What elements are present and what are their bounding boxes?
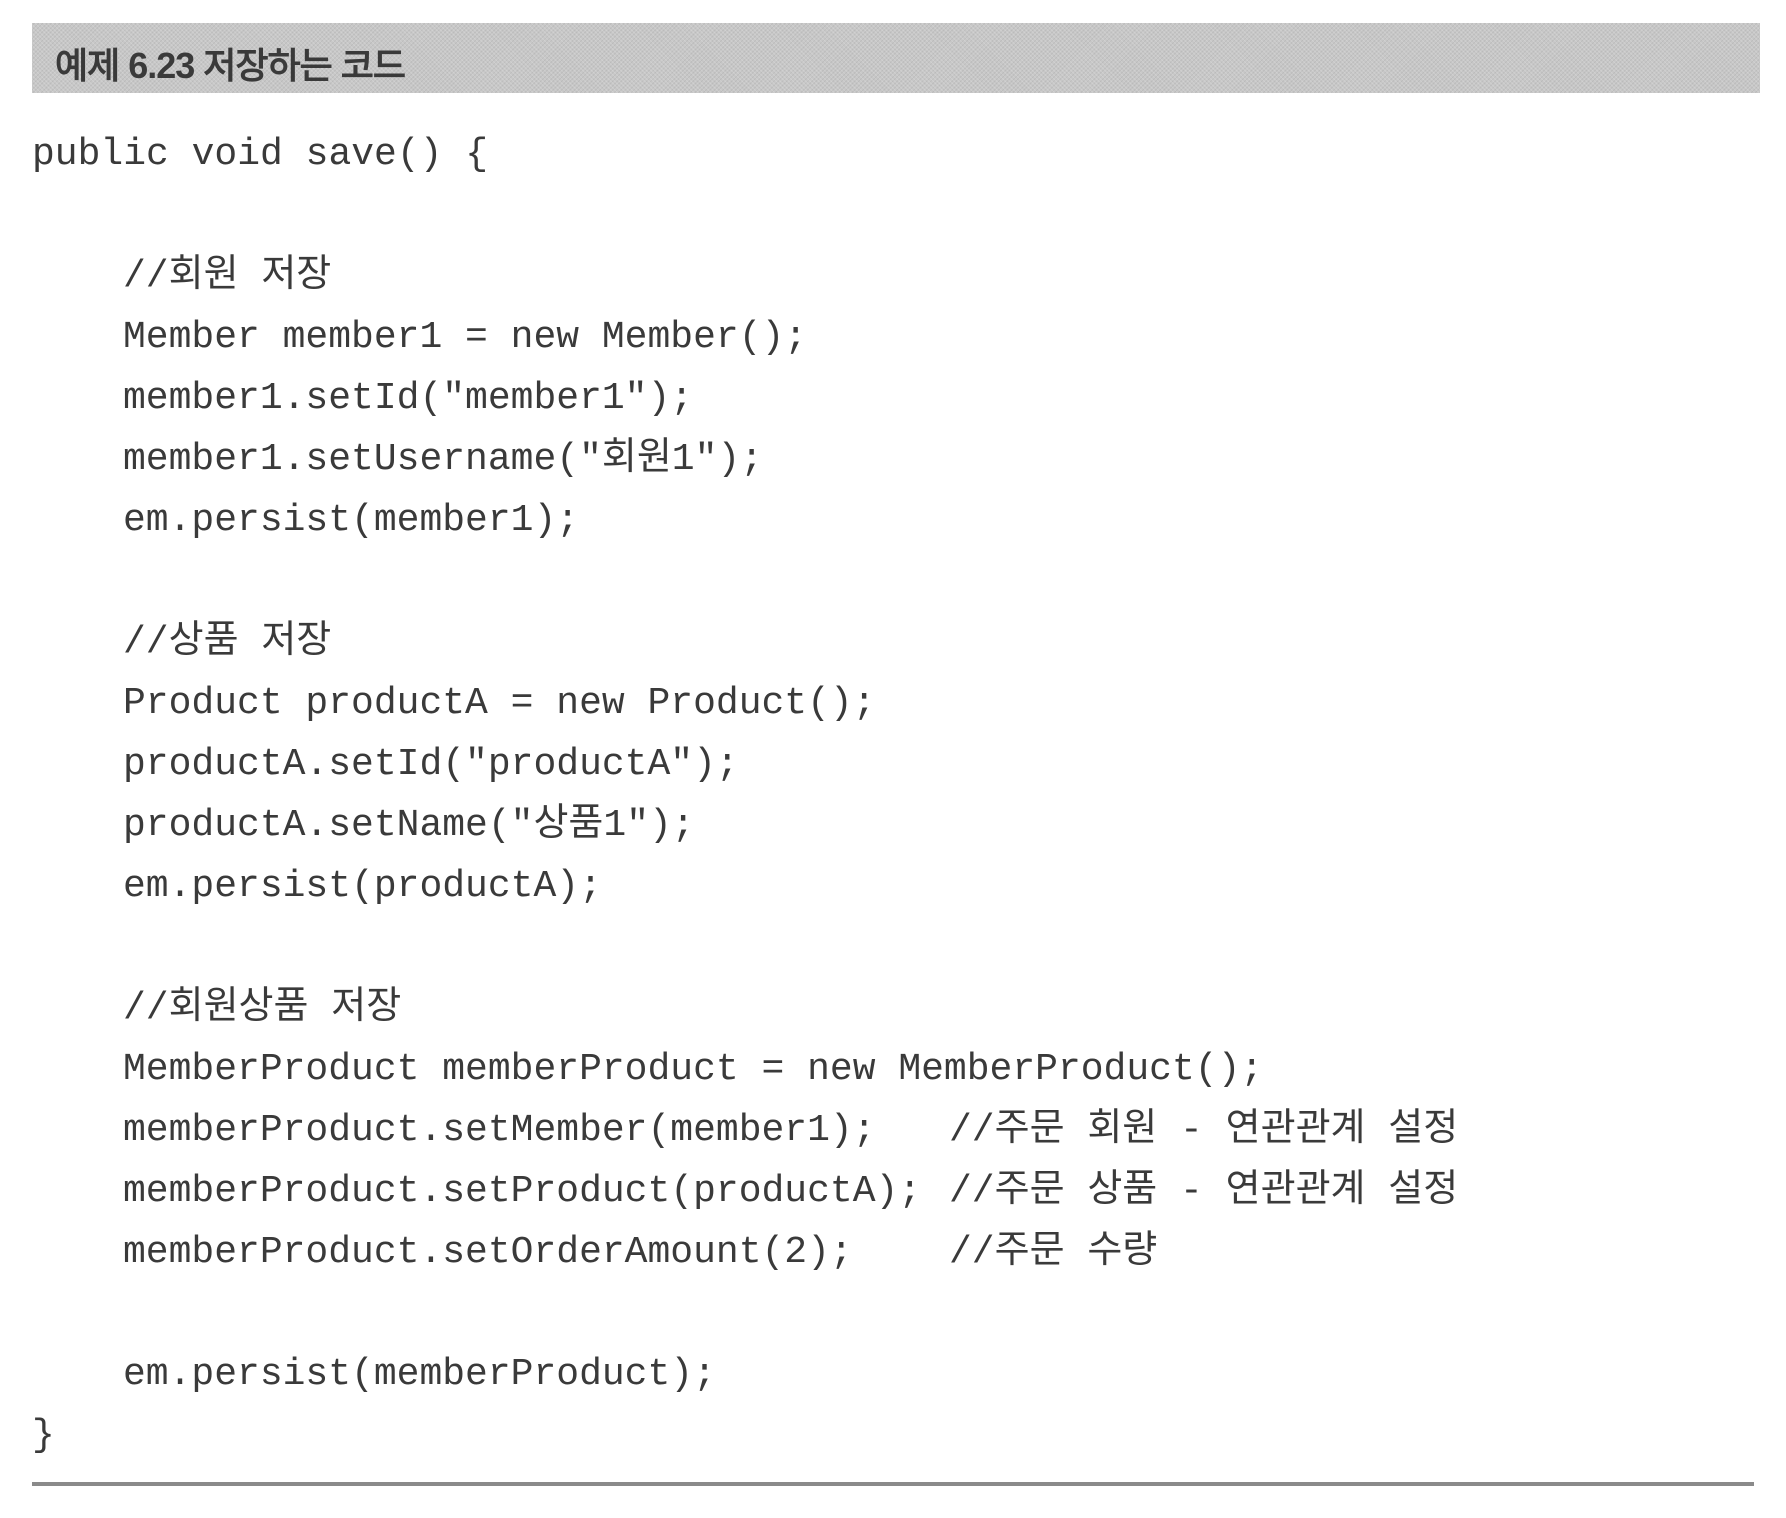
code-line: Member member1 = new Member();	[123, 316, 808, 359]
code-comment-line: //상품 저장	[123, 621, 332, 664]
code-line: }	[32, 1414, 55, 1457]
inline-comment: //주문 상품 - 연관관계 설정	[949, 1170, 1459, 1213]
example-caption-bar: 예제 6.23 저장하는 코드	[32, 23, 1760, 93]
code-line: member1.setUsername("회원1");	[123, 438, 764, 481]
code-line: em.persist(memberProduct);	[123, 1353, 716, 1396]
code-line: public void save() {	[32, 133, 489, 176]
code-line: productA.setName("상품1");	[123, 804, 695, 847]
code-line: member1.setId("member1");	[123, 377, 694, 420]
inline-comment: //주문 수량	[949, 1231, 1158, 1274]
code-line: memberProduct.setMember(member1);	[123, 1109, 876, 1152]
code-line: em.persist(member1);	[123, 499, 580, 542]
code-line: memberProduct.setProduct(productA);	[123, 1170, 922, 1213]
code-line: Product productA = new Product();	[123, 682, 876, 725]
code-line: productA.setId("productA");	[123, 743, 739, 786]
code-line: MemberProduct memberProduct = new Member…	[123, 1048, 1264, 1091]
code-comment-line: //회원 저장	[123, 255, 332, 298]
code-line: memberProduct.setOrderAmount(2);	[123, 1231, 853, 1274]
code-comment-line: //회원상품 저장	[123, 987, 402, 1030]
bottom-divider	[32, 1482, 1754, 1486]
inline-comment: //주문 회원 - 연관관계 설정	[949, 1109, 1459, 1152]
code-line: em.persist(productA);	[123, 865, 602, 908]
example-title: 예제 6.23 저장하는 코드	[55, 45, 406, 86]
